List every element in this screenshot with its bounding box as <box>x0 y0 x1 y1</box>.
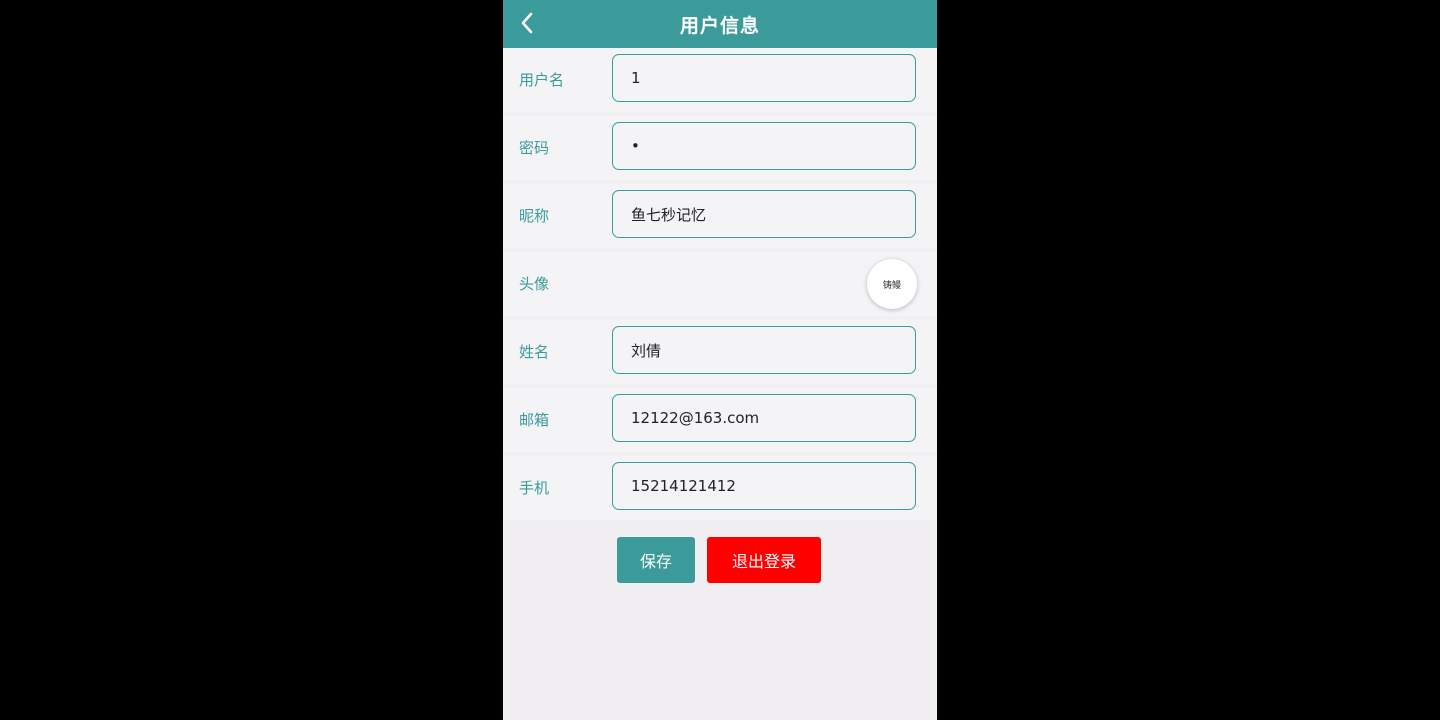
form-row-nickname: 昵称 <box>503 184 937 248</box>
mobile-screen: 用户信息 用户名 密码 昵称 头像 铸鳗 姓名 邮箱 手机 保存 退出登录 <box>503 0 937 720</box>
form-row-name: 姓名 <box>503 320 937 384</box>
nickname-input[interactable] <box>612 190 916 238</box>
back-button[interactable] <box>515 10 541 36</box>
form-row-avatar: 头像 铸鳗 <box>503 252 937 316</box>
nickname-label: 昵称 <box>519 207 550 225</box>
save-button[interactable]: 保存 <box>617 537 695 583</box>
form-row-username: 用户名 <box>503 48 937 112</box>
name-input[interactable] <box>612 326 916 374</box>
phone-input[interactable] <box>612 462 916 510</box>
email-label: 邮箱 <box>519 411 550 429</box>
logout-button[interactable]: 退出登录 <box>707 537 821 583</box>
avatar-label: 头像 <box>519 275 550 293</box>
form-row-email: 邮箱 <box>503 388 937 452</box>
name-label: 姓名 <box>519 343 550 361</box>
avatar[interactable]: 铸鳗 <box>867 259 917 309</box>
action-bar: 保存 退出登录 <box>503 537 937 584</box>
chevron-left-icon <box>521 12 533 34</box>
avatar-image-text: 铸鳗 <box>882 280 901 291</box>
username-input[interactable] <box>612 54 916 102</box>
phone-label: 手机 <box>519 479 550 497</box>
password-label: 密码 <box>519 139 550 157</box>
email-input[interactable] <box>612 394 916 442</box>
username-label: 用户名 <box>519 71 565 89</box>
password-input[interactable] <box>612 122 916 170</box>
app-header: 用户信息 <box>503 0 937 48</box>
form-row-password: 密码 <box>503 116 937 180</box>
page-title: 用户信息 <box>679 14 760 37</box>
form-row-phone: 手机 <box>503 456 937 520</box>
